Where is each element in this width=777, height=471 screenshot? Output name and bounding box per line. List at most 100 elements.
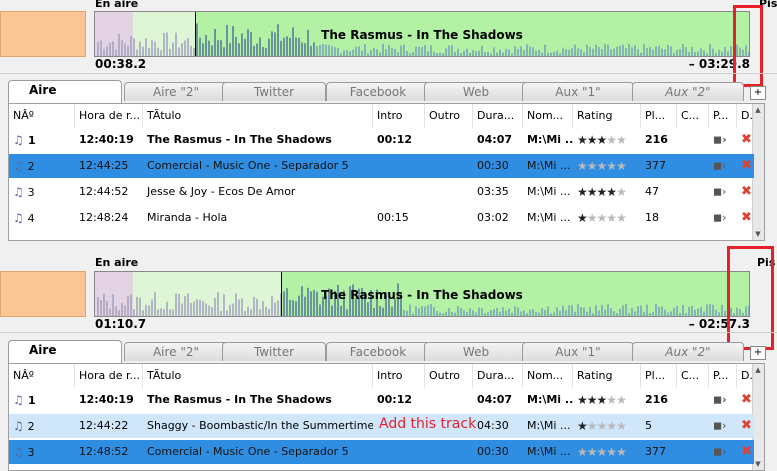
col-duration-header[interactable]: Dura... [473,364,523,388]
col-c-header[interactable]: C... [677,364,709,388]
tab-web[interactable]: Web [424,342,528,361]
table-header: NÂº Hora de r... TÃ­tulo Intro Outro Dura... N… [9,104,754,128]
cell-duration: 04:07 [477,133,513,146]
cell-rating[interactable]: ★★★★★ [573,206,641,230]
col-d-header[interactable]: D... [737,364,754,388]
delete-icon[interactable]: ✖ [741,392,752,407]
cell-rating[interactable]: ★★★★★ [573,414,641,438]
col-outro-header[interactable]: Outro [425,104,473,128]
speaker-icon[interactable]: ◼› [713,445,727,458]
cell-preview[interactable]: ◼› [709,154,737,178]
music-note-icon: ♫ [13,133,28,147]
tab-aire[interactable]: Aire [8,80,122,103]
delete-icon[interactable]: ✖ [741,184,752,199]
col-plays-header[interactable]: Pl... [641,364,677,388]
cell-preview[interactable]: ◼› [709,388,737,412]
cell-preview[interactable]: ◼› [709,128,737,152]
tab-aire-2[interactable]: Aire "2" [124,342,228,361]
cell-delete[interactable]: ✖ [737,154,754,178]
cell-preview[interactable]: ◼› [709,206,737,230]
col-title-header[interactable]: TÃ­tulo [143,364,373,388]
cell-preview[interactable]: ◼› [709,440,737,464]
add-tab-icon[interactable]: + [750,86,766,100]
col-p-header[interactable]: P... [709,364,737,388]
speaker-icon[interactable]: ◼› [713,393,727,406]
tab-aire-2[interactable]: Aire "2" [124,82,228,101]
col-start-time-header[interactable]: Hora de r... [75,364,143,388]
tab-twitter[interactable]: Twitter [222,82,326,101]
cell-rating[interactable]: ★★★★★ [573,180,641,204]
delete-icon[interactable]: ✖ [741,444,752,459]
col-rating-header[interactable]: Rating [573,104,641,128]
cell-outro [425,388,473,412]
col-title-header[interactable]: TÃ­tulo [143,104,373,128]
speaker-icon[interactable]: ◼› [713,185,727,198]
cart-slot[interactable] [0,271,86,317]
cell-delete[interactable]: ✖ [737,206,754,230]
cell-title: Comercial - Music One - Separador 5 [147,159,349,172]
cell-delete[interactable]: ✖ [737,440,754,464]
cell-c [677,388,709,412]
table-row[interactable]: ♫ 2 12:44:25 Comercial - Music One - Separ… [9,154,754,178]
tab-aire[interactable]: Aire [8,340,122,363]
cell-start-time: 12:44:25 [79,159,129,172]
col-rating-header[interactable]: Rating [573,364,641,388]
delete-icon[interactable]: ✖ [741,418,752,433]
col-number-header[interactable]: NÂº [9,364,75,388]
cell-rating[interactable]: ★★★★★ [573,388,641,412]
cell-preview[interactable]: ◼› [709,414,737,438]
cell-title: Shaggy - Boombastic/In the Summertime [S… [147,419,373,432]
col-intro-header[interactable]: Intro [373,104,425,128]
cell-title: Jesse & Joy - Ecos De Amor [147,185,296,198]
tab-aux-1[interactable]: Aux "1" [522,82,634,101]
col-intro-header[interactable]: Intro [373,364,425,388]
cell-c [677,414,709,438]
tab-web[interactable]: Web [424,82,528,101]
speaker-icon[interactable]: ◼› [713,419,727,432]
col-outro-header[interactable]: Outro [425,364,473,388]
delete-icon[interactable]: ✖ [741,132,752,147]
waveform-display[interactable]: The Rasmus - In The Shadows [94,11,750,57]
speaker-icon[interactable]: ◼› [713,159,727,172]
table-row[interactable]: ♫ 1 12:40:19 The Rasmus - In The Shadows 00… [9,388,754,412]
tab-twitter[interactable]: Twitter [222,342,326,361]
cell-outro [425,180,473,204]
cell-delete[interactable]: ✖ [737,128,754,152]
tab-aux-1[interactable]: Aux "1" [522,342,634,361]
cell-preview[interactable]: ◼› [709,180,737,204]
add-tab-icon[interactable]: + [750,346,766,360]
col-number-header[interactable]: NÂº [9,104,75,128]
cell-delete[interactable]: ✖ [737,180,754,204]
cell-delete[interactable]: ✖ [737,414,754,438]
cart-slot[interactable] [0,11,86,57]
col-filename-header[interactable]: Nom... [523,364,573,388]
cell-rating[interactable]: ★★★★★ [573,154,641,178]
tab-aux-2[interactable]: Aux "2" [632,82,744,101]
playlist-grid[interactable]: ▲ ▼ NÂº Hora de r... TÃ­tulo Intro Outro Dura..… [8,103,765,241]
cell-delete[interactable]: ✖ [737,388,754,412]
cell-filename: M:\Mi ... [527,393,573,406]
waveform-display[interactable]: The Rasmus - In The Shadows [94,271,750,317]
col-p-header[interactable]: P... [709,104,737,128]
speaker-icon[interactable]: ◼› [713,133,727,146]
col-d-header[interactable]: D... [737,104,754,128]
tab-facebook[interactable]: Facebook [326,82,430,101]
table-row[interactable]: ♫ 3 12:48:52 Comercial - Music One - Separ… [9,440,754,464]
table-row[interactable]: ♫ 1 12:40:19 The Rasmus - In The Shadows 00… [9,128,754,152]
delete-icon[interactable]: ✖ [741,210,752,225]
col-c-header[interactable]: C... [677,104,709,128]
cell-rating[interactable]: ★★★★★ [573,128,641,152]
col-start-time-header[interactable]: Hora de r... [75,104,143,128]
cell-title: Comercial - Music One - Separador 5 [147,445,349,458]
tab-facebook[interactable]: Facebook [326,342,430,361]
table-row[interactable]: ♫ 4 12:48:24 Miranda - Hola 00:15 03:02 M:\Mi… [9,206,754,230]
col-plays-header[interactable]: Pl... [641,104,677,128]
col-duration-header[interactable]: Dura... [473,104,523,128]
cell-filename: M:\Mi ... [527,133,573,146]
cell-rating[interactable]: ★★★★★ [573,440,641,464]
table-row[interactable]: ♫ 3 12:44:52 Jesse & Joy - Ecos De Amor 03:… [9,180,754,204]
tab-aux-2[interactable]: Aux "2" [632,342,744,361]
delete-icon[interactable]: ✖ [741,158,752,173]
speaker-icon[interactable]: ◼› [713,211,727,224]
col-filename-header[interactable]: Nom... [523,104,573,128]
